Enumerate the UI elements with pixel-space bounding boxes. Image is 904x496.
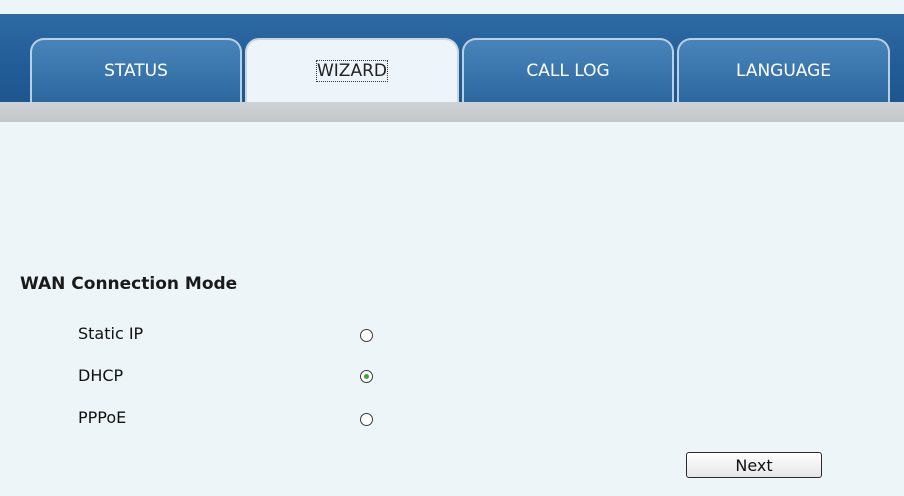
tab-underline-bar: [0, 102, 904, 122]
dhcp-label: DHCP: [78, 366, 124, 385]
static-ip-label: Static IP: [78, 324, 144, 343]
tab-wizard-label: WIZARD: [315, 60, 389, 82]
tab-status-label: STATUS: [104, 61, 168, 81]
top-nav-bar: STATUS WIZARD CALL LOG LANGUAGE: [0, 14, 904, 102]
static-ip-radio[interactable]: [360, 329, 373, 342]
tab-call-log-label: CALL LOG: [526, 61, 610, 81]
tab-language[interactable]: LANGUAGE: [677, 38, 890, 102]
wan-connection-mode-title: WAN Connection Mode: [20, 274, 238, 294]
tab-status[interactable]: STATUS: [30, 38, 242, 102]
dhcp-radio[interactable]: [360, 370, 373, 383]
pppoe-label: PPPoE: [78, 408, 127, 427]
tab-wizard[interactable]: WIZARD: [245, 38, 459, 102]
tab-language-label: LANGUAGE: [735, 61, 832, 81]
tab-call-log[interactable]: CALL LOG: [462, 38, 674, 102]
pppoe-radio[interactable]: [360, 413, 373, 426]
next-button[interactable]: Next: [686, 452, 822, 478]
